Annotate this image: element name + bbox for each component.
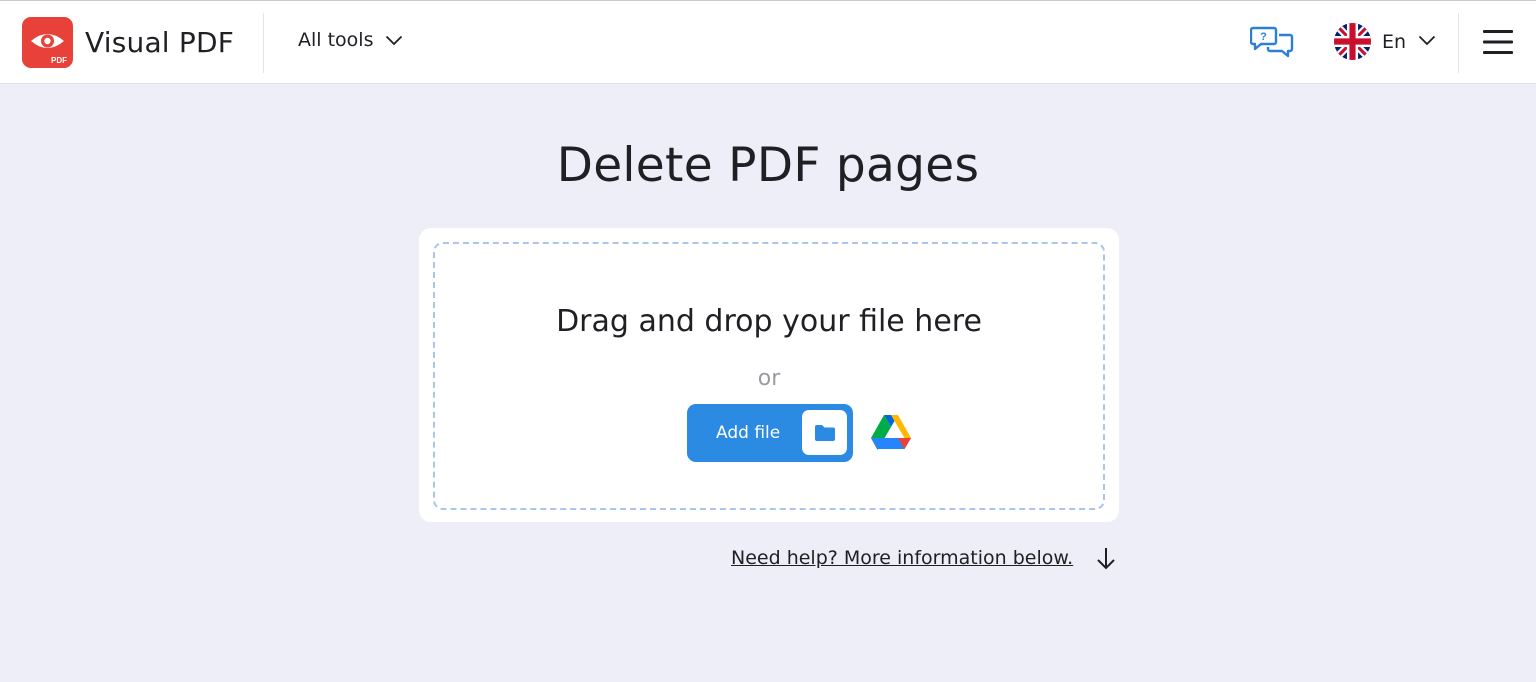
- file-dropzone[interactable]: Drag and drop your file here or Add file: [433, 242, 1105, 510]
- drag-drop-heading: Drag and drop your file here: [556, 304, 982, 339]
- language-selector[interactable]: En: [1334, 23, 1436, 60]
- uk-flag-icon: [1334, 23, 1371, 60]
- header-divider: [1458, 13, 1459, 73]
- upload-card: Drag and drop your file here or Add file: [419, 228, 1119, 522]
- need-help-link[interactable]: Need help? More information below.: [731, 547, 1073, 569]
- add-file-label: Add file: [716, 423, 781, 443]
- visual-pdf-logo-icon: PDF: [22, 17, 73, 68]
- header-divider: [263, 13, 264, 73]
- chevron-down-icon: [385, 29, 403, 51]
- folder-icon: [802, 410, 847, 455]
- hamburger-menu-icon[interactable]: [1483, 28, 1513, 61]
- help-chat-icon[interactable]: ?: [1249, 25, 1294, 66]
- visual-pdf-logo-link[interactable]: PDF Visual PDF: [22, 17, 234, 68]
- brand-name: Visual PDF: [85, 26, 235, 59]
- or-separator: or: [757, 366, 781, 391]
- add-file-button[interactable]: Add file: [687, 404, 853, 462]
- all-tools-dropdown[interactable]: All tools: [298, 29, 403, 51]
- google-drive-icon[interactable]: [871, 414, 911, 455]
- top-navigation-bar: PDF Visual PDF All tools ? En: [0, 0, 1536, 84]
- logo-badge-text: PDF: [51, 56, 67, 65]
- arrow-down-icon[interactable]: [1095, 546, 1117, 577]
- svg-text:?: ?: [1260, 31, 1267, 43]
- language-label: En: [1382, 30, 1407, 53]
- page-title: Delete PDF pages: [556, 138, 980, 193]
- chevron-down-icon: [1418, 33, 1436, 51]
- all-tools-label: All tools: [298, 29, 374, 51]
